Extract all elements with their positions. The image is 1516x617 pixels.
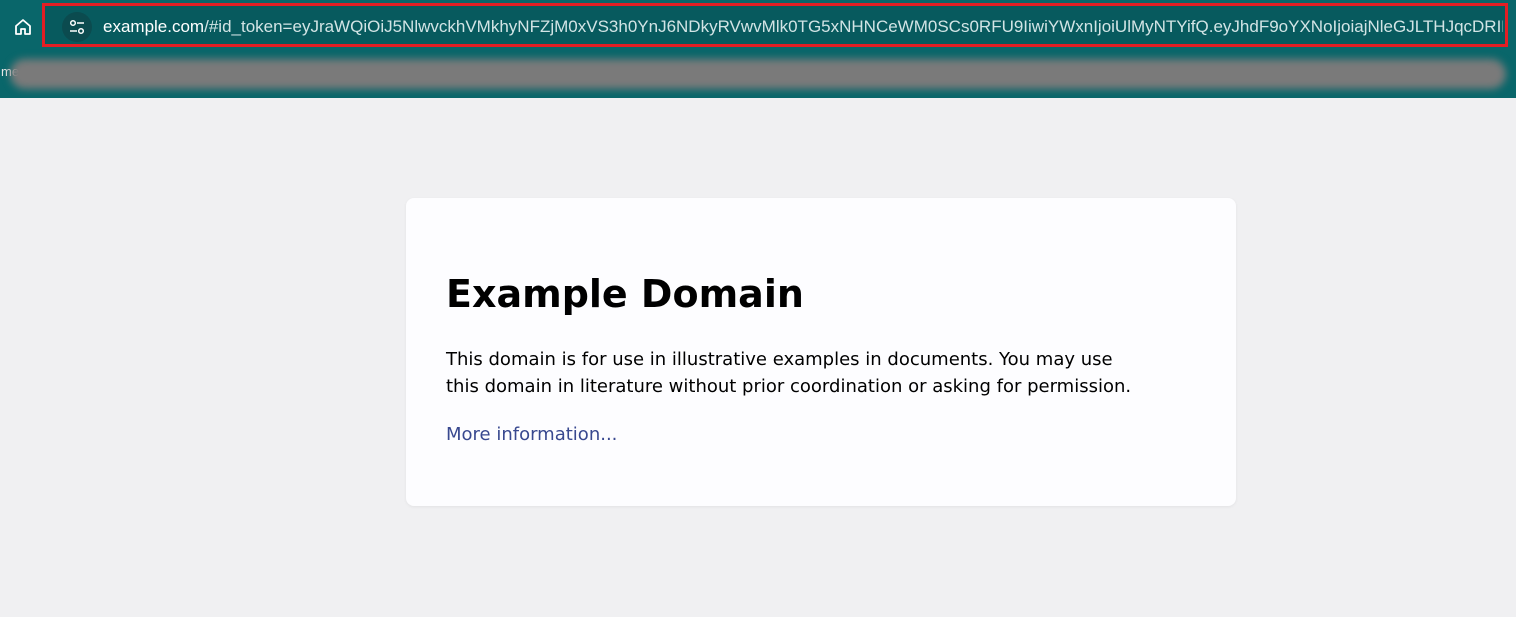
- bookmarks-bar: me: [0, 55, 1516, 93]
- tune-icon: [69, 19, 85, 35]
- site-settings-button[interactable]: [62, 12, 92, 42]
- home-button[interactable]: [9, 13, 37, 41]
- redacted-bookmarks: [10, 59, 1506, 89]
- url-path: /#id_token=eyJraWQiOiJ5NlwvckhVMkhyNFZjM…: [204, 17, 1503, 36]
- page-title: Example Domain: [446, 272, 804, 316]
- home-icon: [15, 19, 31, 35]
- url-host: example.com: [103, 17, 205, 36]
- address-bar[interactable]: example.com/#id_token=eyJraWQiOiJ5Nlwvck…: [42, 3, 1508, 47]
- page-description: This domain is for use in illustrative e…: [446, 349, 1132, 397]
- url-text[interactable]: example.com/#id_token=eyJraWQiOiJ5Nlwvck…: [103, 16, 1503, 38]
- browser-toolbar: example.com/#id_token=eyJraWQiOiJ5Nlwvck…: [0, 0, 1516, 98]
- more-information-link[interactable]: More information...: [446, 421, 617, 448]
- content-card: Example Domain This domain is for use in…: [406, 198, 1236, 506]
